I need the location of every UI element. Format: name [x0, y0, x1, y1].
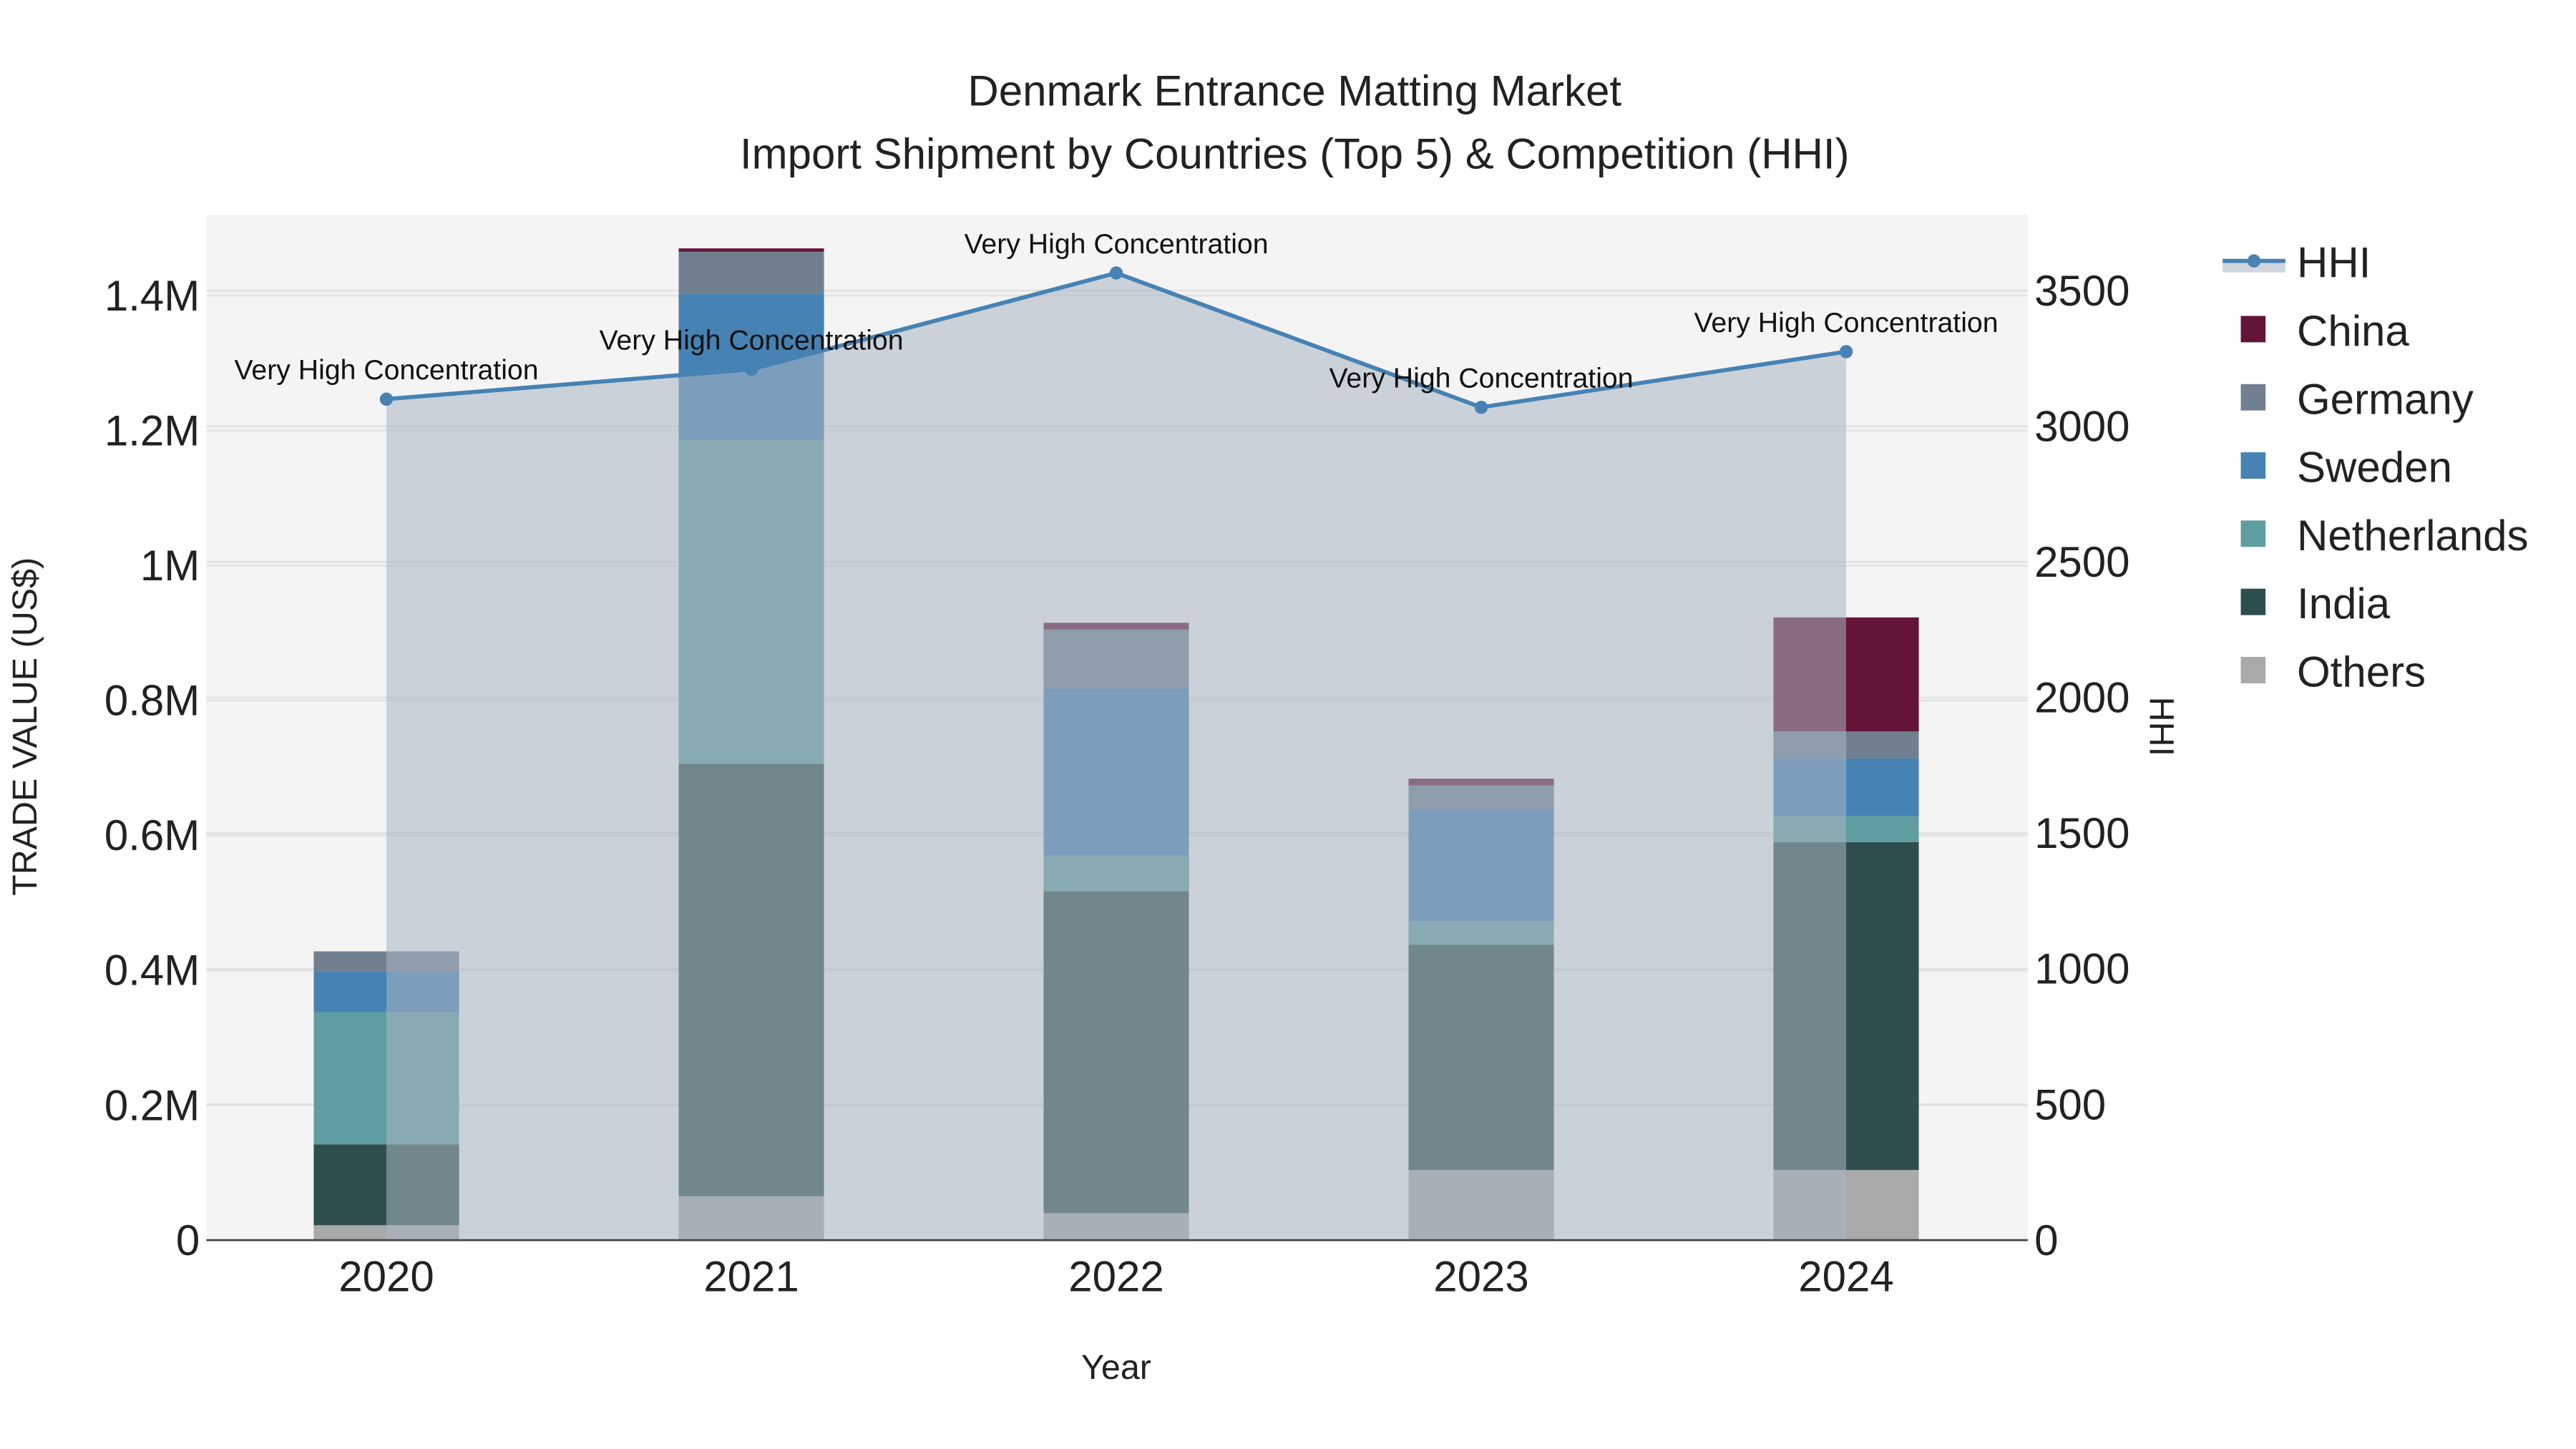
hhi-area [386, 273, 1846, 1241]
y-tick-label: 1.2M [104, 406, 200, 454]
legend-label: HHI [2297, 239, 2371, 287]
y-tick-label: 1M [140, 542, 200, 590]
legend-swatch-others [2240, 657, 2266, 683]
x-axis-label: Year [1081, 1348, 1151, 1387]
hhi-point [1474, 400, 1488, 414]
legend-label: Germany [2297, 375, 2474, 423]
hhi-annotation: Very High Concentration [1694, 307, 1998, 338]
legend-swatch-germany [2240, 384, 2266, 411]
y-tick-label: 1.4M [104, 272, 200, 320]
hhi-annotation: Very High Concentration [599, 324, 903, 356]
legend-label: Sweden [2297, 444, 2452, 492]
legend-swatch-china [2240, 316, 2266, 343]
x-tick-label: 2023 [1433, 1253, 1528, 1301]
y2-tick-label: 2500 [2034, 538, 2129, 586]
legend-label: India [2297, 580, 2391, 628]
y2-axis-label: HHI [2142, 697, 2181, 756]
x-tick-label: 2022 [1068, 1253, 1163, 1301]
legend-hhi-marker [2247, 254, 2261, 268]
y-tick-label: 0.4M [104, 947, 200, 995]
y-tick-label: 0.6M [104, 811, 200, 859]
bar-germany [678, 251, 824, 294]
y-axis-label: TRADE VALUE (US$) [6, 557, 44, 896]
legend-swatch-netherlands [2240, 520, 2266, 547]
x-tick-label: 2020 [338, 1253, 434, 1301]
hhi-annotation: Very High Concentration [1329, 362, 1633, 394]
bar-china [678, 248, 824, 252]
y2-tick-label: 0 [2034, 1216, 2058, 1264]
hhi-annotation: Very High Concentration [234, 354, 538, 386]
hhi-point [379, 392, 394, 406]
x-tick-label: 2024 [1798, 1253, 1893, 1301]
y-tick-label: 0.8M [104, 677, 200, 725]
x-tick-label: 2021 [703, 1253, 799, 1301]
legend-swatch-india [2240, 588, 2266, 615]
chart-subtitle: Import Shipment by Countries (Top 5) & C… [740, 130, 1850, 177]
hhi-point [1839, 345, 1853, 358]
chart: Denmark Entrance Matting Market Import S… [6, 67, 2529, 1387]
legend-label: Netherlands [2297, 512, 2529, 560]
hhi-point [1109, 266, 1123, 280]
y2-tick-label: 3500 [2034, 267, 2129, 315]
legend-label: China [2297, 307, 2409, 355]
y2-tick-label: 1000 [2034, 945, 2129, 993]
legend-label: Others [2297, 648, 2426, 696]
y2-tick-label: 3000 [2034, 402, 2129, 450]
y2-tick-label: 500 [2034, 1080, 2106, 1128]
y2-tick-label: 1500 [2034, 809, 2129, 857]
hhi-annotation: Very High Concentration [964, 228, 1268, 260]
y-tick-label: 0.2M [104, 1081, 200, 1129]
y2-tick-label: 2000 [2034, 674, 2129, 722]
y-tick-label: 0 [176, 1216, 200, 1264]
legend-swatch-sweden [2240, 452, 2266, 479]
hhi-point [744, 362, 758, 376]
chart-title: Denmark Entrance Matting Market [967, 67, 1621, 115]
